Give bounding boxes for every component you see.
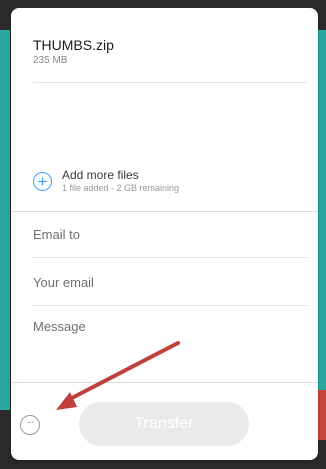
file-size: 235 MB [33,55,68,66]
transfer-panel: THUMBS.zip 235 MB + Add more files 1 fil… [11,8,318,460]
email-to-input[interactable] [33,212,307,258]
file-name: THUMBS.zip [33,37,114,53]
add-files-subtitle: 1 file added - 2 GB remaining [62,183,180,193]
ellipsis-icon: ··· [26,417,35,428]
transfer-button[interactable]: Transfer [79,402,249,446]
your-email-input[interactable] [33,260,307,306]
add-more-files-button[interactable]: + Add more files 1 file added - 2 GB rem… [33,164,179,198]
message-input[interactable] [33,312,307,372]
file-list-item[interactable]: THUMBS.zip 235 MB [33,36,307,83]
background-teal-left [0,30,10,410]
divider [11,382,318,383]
plus-circle-icon: + [33,171,52,191]
add-files-text: Add more files 1 file added - 2 GB remai… [62,168,179,194]
add-files-title: Add more files [62,168,139,182]
more-options-button[interactable]: ··· [20,415,40,435]
